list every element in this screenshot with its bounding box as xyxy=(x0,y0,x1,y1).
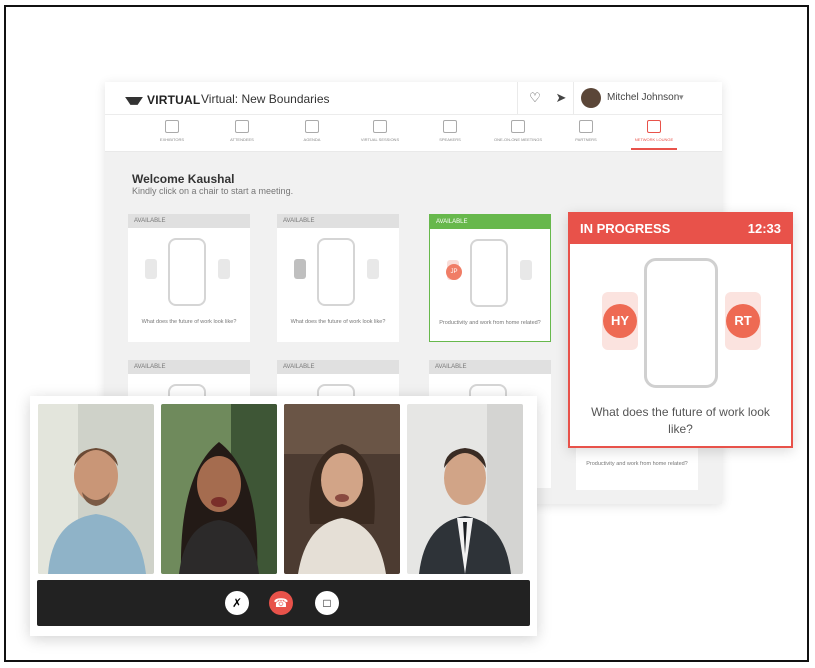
table-topic: What does the future of work look like? xyxy=(290,319,386,325)
meeting-table[interactable]: AVAILABLE What does the future of work l… xyxy=(277,214,399,342)
nav-label: EXHIBITORS xyxy=(159,137,185,142)
table-topic: Productivity and work from home related? xyxy=(586,461,688,467)
status-badge: AVAILABLE xyxy=(429,360,551,374)
chair-right[interactable] xyxy=(367,259,379,279)
in-progress-header: IN PROGRESS 12:33 xyxy=(570,214,791,244)
nav-label: AGENDA xyxy=(303,137,321,142)
meeting-table[interactable]: AVAILABLE What does the future of work l… xyxy=(128,214,250,342)
nav-virtual-sessions[interactable]: VIRTUAL SESSIONS xyxy=(347,118,413,150)
meeting-table[interactable]: AVAILABLE JP Productivity and work from … xyxy=(429,214,551,342)
chat-icon[interactable]: □ xyxy=(315,591,339,615)
brand-name: VIRTUAL xyxy=(147,93,201,107)
participant-avatar: JP xyxy=(446,264,462,280)
lounge-icon xyxy=(647,120,661,133)
nav-label: PARTNERS xyxy=(575,137,597,142)
chair-left[interactable] xyxy=(294,259,306,279)
in-progress-card[interactable]: IN PROGRESS 12:33 HY RT What does the fu… xyxy=(568,212,793,448)
video-tile[interactable] xyxy=(407,404,523,574)
chair-right[interactable] xyxy=(218,259,230,279)
bell-icon[interactable]: ♡ xyxy=(527,90,543,106)
status-badge: AVAILABLE xyxy=(430,215,550,229)
meeting-topic: What does the future of work look like? xyxy=(591,405,770,436)
logo-icon xyxy=(125,96,143,105)
table-icon xyxy=(644,258,718,388)
nav-network-lounge[interactable]: NETWORK LOUNGE xyxy=(621,118,687,150)
send-icon[interactable]: ➤ xyxy=(553,90,569,106)
status-badge: AVAILABLE xyxy=(277,214,399,228)
nav-label: VIRTUAL SESSIONS xyxy=(360,137,400,142)
sessions-icon xyxy=(373,120,387,133)
video-tile[interactable] xyxy=(38,404,154,574)
participant-avatar-left: HY xyxy=(603,304,637,338)
participant-video xyxy=(161,404,277,574)
video-tile[interactable] xyxy=(284,404,400,574)
table-icon xyxy=(168,238,206,306)
exhibitors-icon xyxy=(165,120,179,133)
nav-label: ONE-ON-ONE MEETINGS xyxy=(493,137,542,142)
table-icon xyxy=(470,239,508,307)
status-badge: AVAILABLE xyxy=(128,214,250,228)
timer: 12:33 xyxy=(747,221,781,236)
participant-video xyxy=(38,404,154,574)
status-badge: AVAILABLE xyxy=(277,360,399,374)
user-avatar[interactable] xyxy=(581,88,601,108)
table-icon xyxy=(317,238,355,306)
mic-off-icon[interactable]: ✗ xyxy=(225,591,249,615)
partners-icon xyxy=(579,120,593,133)
nav-meetings[interactable]: ONE-ON-ONE MEETINGS xyxy=(485,118,551,150)
video-tile[interactable] xyxy=(161,404,277,574)
meetings-icon xyxy=(511,120,525,133)
table-topic: Productivity and work from home related? xyxy=(439,320,541,326)
status-badge: AVAILABLE xyxy=(128,360,250,374)
nav-exhibitors[interactable]: EXHIBITORS xyxy=(139,118,205,150)
brand-logo[interactable]: VIRTUAL xyxy=(125,93,200,107)
divider xyxy=(573,82,574,114)
phone-hangup-icon[interactable]: ☎ xyxy=(269,591,293,615)
user-name[interactable]: Mitchel Johnson xyxy=(607,92,679,103)
welcome-title: Welcome Kaushal xyxy=(132,172,235,186)
nav-speakers[interactable]: SPEAKERS xyxy=(417,118,483,150)
chair-right[interactable] xyxy=(520,260,532,280)
participant-avatar-right: RT xyxy=(726,304,760,338)
table-topic: What does the future of work look like? xyxy=(141,319,237,325)
nav-label: SPEAKERS xyxy=(439,137,461,142)
call-controls-bar: ✗ ☎ □ xyxy=(37,580,530,626)
divider xyxy=(517,82,518,114)
main-nav: EXHIBITORS ATTENDEES AGENDA VIRTUAL SESS… xyxy=(105,115,722,152)
participant-video xyxy=(407,404,523,574)
status-label: IN PROGRESS xyxy=(580,221,671,236)
chevron-down-icon[interactable]: ▾ xyxy=(679,92,684,103)
nav-label: ATTENDEES xyxy=(230,137,254,142)
chair-left[interactable] xyxy=(145,259,157,279)
top-bar: VIRTUAL Virtual: New Boundaries ♡ ➤ Mitc… xyxy=(105,82,722,115)
speakers-icon xyxy=(443,120,457,133)
event-title: Virtual: New Boundaries xyxy=(201,92,330,106)
video-call-panel: ✗ ☎ □ xyxy=(30,396,537,636)
nav-partners[interactable]: PARTNERS xyxy=(553,118,619,150)
nav-agenda[interactable]: AGENDA xyxy=(279,118,345,150)
agenda-icon xyxy=(305,120,319,133)
nav-attendees[interactable]: ATTENDEES xyxy=(209,118,275,150)
welcome-subtitle: Kindly click on a chair to start a meeti… xyxy=(132,186,294,196)
participant-video xyxy=(284,404,400,574)
attendees-icon xyxy=(235,120,249,133)
nav-label: NETWORK LOUNGE xyxy=(634,137,674,142)
